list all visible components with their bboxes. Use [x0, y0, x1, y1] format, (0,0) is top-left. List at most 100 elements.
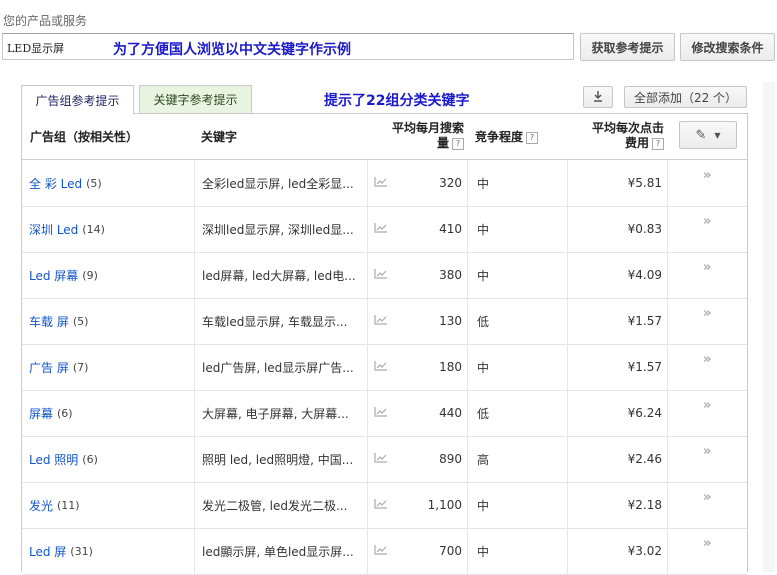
- ad-group-cell[interactable]: 广告 屏 (7): [29, 344, 88, 390]
- column-divider: [367, 528, 368, 574]
- table-row[interactable]: 深圳 Led (14) 深圳led显示屏, 深圳led显... 410 中 ¥0…: [22, 206, 747, 253]
- competition-cell: 低: [477, 314, 490, 329]
- ad-group-cell[interactable]: 屏幕 (6): [29, 390, 73, 436]
- tab-ad-group-ideas[interactable]: 广告组参考提示: [21, 85, 134, 114]
- trend-chart-icon[interactable]: [374, 498, 388, 512]
- tab-keyword-ideas[interactable]: 关键字参考提示: [139, 85, 252, 113]
- column-divider: [667, 252, 668, 298]
- ad-group-link[interactable]: 车载 屏: [29, 313, 69, 330]
- col-keywords-header: 关键字: [201, 130, 238, 144]
- keywords-text: 车载led显示屏, 车载显示...: [202, 314, 348, 329]
- table-row[interactable]: 发光 (11) 发光二极管, led发光二极... 1,100 中 ¥2.18 …: [22, 482, 747, 529]
- column-divider: [367, 160, 368, 206]
- keywords-text: 深圳led显示屏, 深圳led显...: [202, 222, 354, 237]
- ad-group-cell[interactable]: 深圳 Led (14): [29, 206, 105, 252]
- ad-group-cell[interactable]: 车载 屏 (5): [29, 298, 88, 344]
- add-row-button[interactable]: »: [703, 382, 711, 428]
- column-divider: [194, 252, 195, 298]
- table-row[interactable]: 全 彩 Led (5) 全彩led显示屏, led全彩显... 320 中 ¥5…: [22, 160, 747, 207]
- chevron-right-icon: »: [703, 443, 712, 459]
- chevron-down-icon: ▼: [714, 130, 721, 140]
- competition-cell: 中: [477, 176, 490, 191]
- table-row[interactable]: Led 照明 (6) 照明 led, led照明燈, 中国... 890 高 ¥…: [22, 436, 747, 483]
- trend-cell[interactable]: [374, 160, 388, 206]
- keywords-cell: 全彩led显示屏, led全彩显...: [202, 160, 362, 206]
- add-all-button[interactable]: 全部添加（22 个）: [624, 86, 747, 108]
- volume-cell: 410: [439, 222, 462, 236]
- trend-cell[interactable]: [374, 436, 388, 482]
- add-row-button[interactable]: »: [703, 290, 711, 336]
- add-row-button[interactable]: »: [703, 336, 711, 382]
- trend-chart-icon[interactable]: [374, 176, 388, 190]
- help-icon[interactable]: ?: [526, 131, 539, 144]
- product-search-value[interactable]: LED显示屏: [7, 40, 64, 56]
- ad-group-cell[interactable]: Led 屏幕 (9): [29, 252, 98, 298]
- volume-cell: 700: [439, 544, 462, 558]
- ad-group-count: (6): [57, 406, 73, 420]
- add-row-button[interactable]: »: [703, 152, 711, 198]
- trend-cell[interactable]: [374, 344, 388, 390]
- ad-group-cell[interactable]: Led 照明 (6): [29, 436, 98, 482]
- trend-chart-icon[interactable]: [374, 452, 388, 466]
- column-divider: [667, 528, 668, 574]
- table-row[interactable]: 广告 屏 (7) led广告屏, led显示屏广告... 180 中 ¥1.57…: [22, 344, 747, 391]
- col-competition-header[interactable]: 竞争程度?: [475, 128, 539, 145]
- ad-group-link[interactable]: 深圳 Led: [29, 221, 78, 238]
- column-divider: [194, 344, 195, 390]
- keywords-text: led顯示屏, 单色led显示屏...: [202, 544, 354, 559]
- col-avg-cpc-header[interactable]: 平均每次点击费用?: [582, 121, 664, 151]
- table-row[interactable]: 屏幕 (6) 大屏幕, 电子屏幕, 大屏幕... 440 低 ¥6.24 »: [22, 390, 747, 437]
- help-icon[interactable]: ?: [452, 137, 464, 150]
- ad-group-link[interactable]: Led 屏幕: [29, 267, 78, 284]
- trend-chart-icon[interactable]: [374, 360, 388, 374]
- edit-columns-button[interactable]: ✎ ▼: [679, 121, 737, 149]
- column-divider: [194, 206, 195, 252]
- column-divider: [467, 528, 468, 574]
- add-row-button[interactable]: »: [703, 198, 711, 244]
- trend-chart-icon[interactable]: [374, 406, 388, 420]
- get-ideas-button[interactable]: 获取参考提示: [580, 33, 675, 61]
- cpc-cell: ¥2.18: [627, 498, 662, 512]
- table-row[interactable]: 车载 屏 (5) 车载led显示屏, 车载显示... 130 低 ¥1.57 »: [22, 298, 747, 345]
- ad-group-link[interactable]: 屏幕: [29, 405, 53, 422]
- scrollbar[interactable]: [763, 82, 775, 572]
- ad-group-link[interactable]: Led 屏: [29, 543, 66, 560]
- trend-cell[interactable]: [374, 206, 388, 252]
- column-divider: [467, 206, 468, 252]
- ad-group-count: (14): [82, 222, 105, 236]
- trend-cell[interactable]: [374, 298, 388, 344]
- volume-cell: 180: [439, 360, 462, 374]
- ad-group-cell[interactable]: 全 彩 Led (5): [29, 160, 102, 206]
- trend-cell[interactable]: [374, 390, 388, 436]
- product-field-label: 您的产品或服务: [3, 14, 88, 28]
- ad-group-link[interactable]: Led 照明: [29, 451, 78, 468]
- ad-group-cell[interactable]: 发光 (11): [29, 482, 80, 528]
- chevron-right-icon: »: [703, 535, 712, 551]
- add-row-button[interactable]: »: [703, 428, 711, 474]
- trend-cell[interactable]: [374, 482, 388, 528]
- download-button[interactable]: [583, 86, 613, 108]
- ad-group-cell[interactable]: Led 屏 (31): [29, 528, 93, 574]
- trend-chart-icon[interactable]: [374, 314, 388, 328]
- add-row-button[interactable]: »: [703, 474, 711, 520]
- col-ad-group-header[interactable]: 广告组（按相关性）: [30, 128, 138, 145]
- add-row-button[interactable]: »: [703, 244, 711, 290]
- help-icon[interactable]: ?: [652, 137, 664, 150]
- trend-cell[interactable]: [374, 252, 388, 298]
- ad-group-link[interactable]: 广告 屏: [29, 359, 69, 376]
- col-avg-searches-header[interactable]: 平均每月搜索量?: [384, 121, 464, 151]
- trend-cell[interactable]: [374, 528, 388, 574]
- trend-chart-icon[interactable]: [374, 222, 388, 236]
- ad-group-link[interactable]: 发光: [29, 497, 53, 514]
- column-divider: [194, 482, 195, 528]
- chevron-right-icon: »: [703, 259, 712, 275]
- column-divider: [667, 482, 668, 528]
- ad-group-link[interactable]: 全 彩 Led: [29, 175, 82, 192]
- modify-search-button[interactable]: 修改搜索条件: [680, 33, 775, 61]
- keywords-cell: 发光二极管, led发光二极...: [202, 482, 362, 528]
- table-row[interactable]: Led 屏幕 (9) led屏幕, led大屏幕, led电... 380 中 …: [22, 252, 747, 299]
- add-row-button[interactable]: »: [703, 520, 711, 566]
- table-row[interactable]: Led 屏 (31) led顯示屏, 单色led显示屏... 700 中 ¥3.…: [22, 528, 747, 575]
- trend-chart-icon[interactable]: [374, 268, 388, 282]
- trend-chart-icon[interactable]: [374, 544, 388, 558]
